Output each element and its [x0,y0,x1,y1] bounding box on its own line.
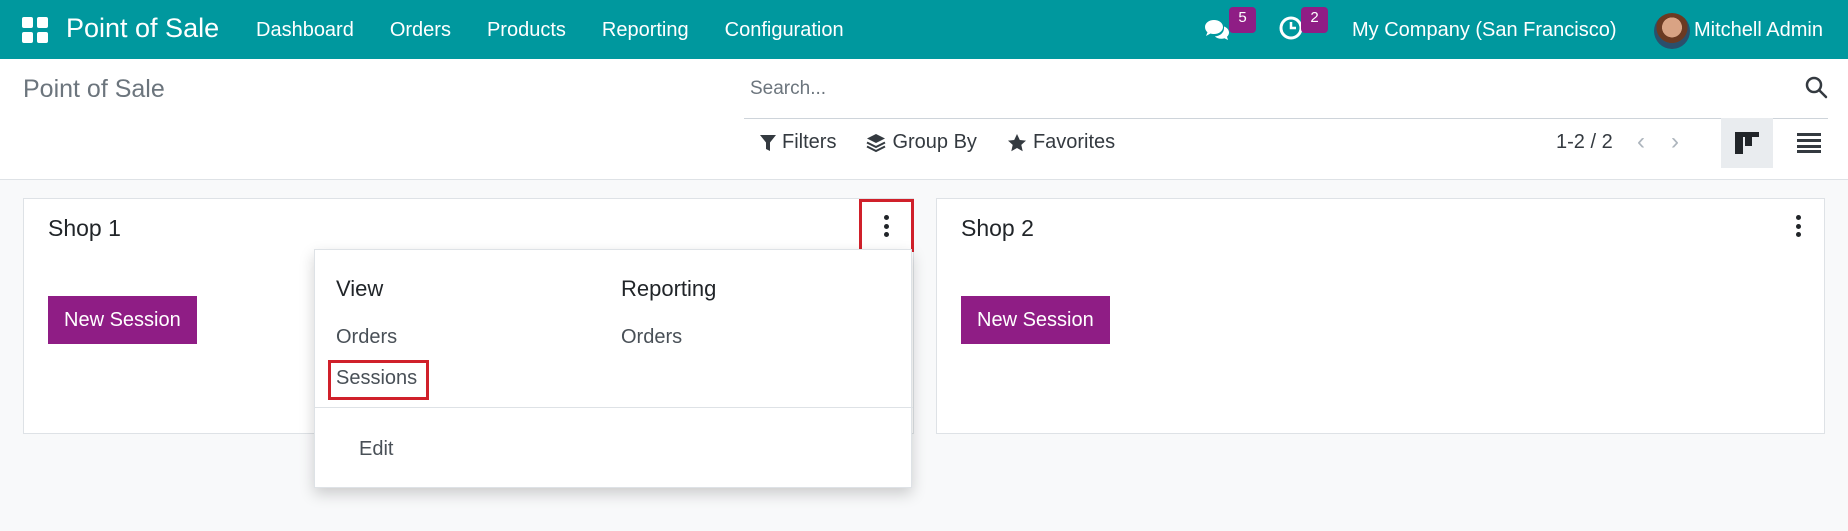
reporting-orders-item[interactable]: Orders [621,326,682,349]
menu-item-orders[interactable]: Orders [390,19,451,42]
app-name[interactable]: Point of Sale [66,13,219,44]
avatar[interactable] [1654,13,1690,49]
list-view-icon [1797,133,1821,153]
favorites-label: Favorites [1032,131,1116,153]
kebab-icon[interactable] [1792,215,1804,237]
menu-item-reporting[interactable]: Reporting [602,19,689,42]
list-view-button[interactable] [1783,118,1835,168]
group-by-button[interactable]: Group By [866,131,977,154]
card-title: Shop 2 [961,215,1034,241]
layers-icon [867,133,886,152]
new-session-button[interactable]: New Session [961,296,1110,344]
control-panel: Point of Sale Filters Group By Favorites… [0,59,1848,180]
menu-item-configuration[interactable]: Configuration [725,19,844,42]
top-navbar: Point of Sale Dashboard Orders Products … [0,0,1848,59]
menu-item-products[interactable]: Products [487,19,566,42]
company-switcher[interactable]: My Company (San Francisco) [1352,19,1617,42]
kanban-card-shop-2[interactable]: Shop 2 New Session [936,198,1825,434]
chevron-left-icon[interactable]: ‹ [1637,130,1645,154]
chat-icon[interactable] [1203,18,1231,42]
filter-icon [760,134,776,151]
card-title: Shop 1 [48,215,121,241]
menu-item-dashboard[interactable]: Dashboard [256,19,354,42]
star-icon [1007,133,1026,151]
apps-icon[interactable] [22,17,48,43]
filters-label: Filters [782,131,837,153]
chevron-right-icon[interactable]: › [1671,130,1679,154]
search-icon[interactable] [1804,75,1828,99]
pager-value[interactable]: 1-2 / 2 [1556,131,1613,154]
user-menu[interactable]: Mitchell Admin [1694,19,1823,42]
main-menu: Dashboard Orders Products Reporting Conf… [256,19,844,42]
view-orders-item[interactable]: Orders [336,326,397,349]
edit-item[interactable]: Edit [359,438,393,461]
highlight-box [859,199,914,252]
dropdown-divider [315,407,913,408]
reporting-heading: Reporting [621,276,717,301]
activities-count-badge: 2 [1301,7,1328,33]
filters-button[interactable]: Filters [760,131,836,154]
kanban-view-button[interactable] [1721,118,1773,168]
group-by-label: Group By [892,131,977,153]
page-title: Point of Sale [23,75,165,103]
kanban-view-icon [1735,132,1759,154]
new-session-button[interactable]: New Session [48,296,197,344]
favorites-button[interactable]: Favorites [1007,131,1115,154]
search-options: Filters Group By Favorites [760,131,1115,154]
search-input[interactable] [750,69,1750,109]
messages-count-badge: 5 [1229,7,1256,33]
highlight-box [328,360,429,400]
view-heading: View [336,276,384,301]
search-bar [744,59,1828,119]
